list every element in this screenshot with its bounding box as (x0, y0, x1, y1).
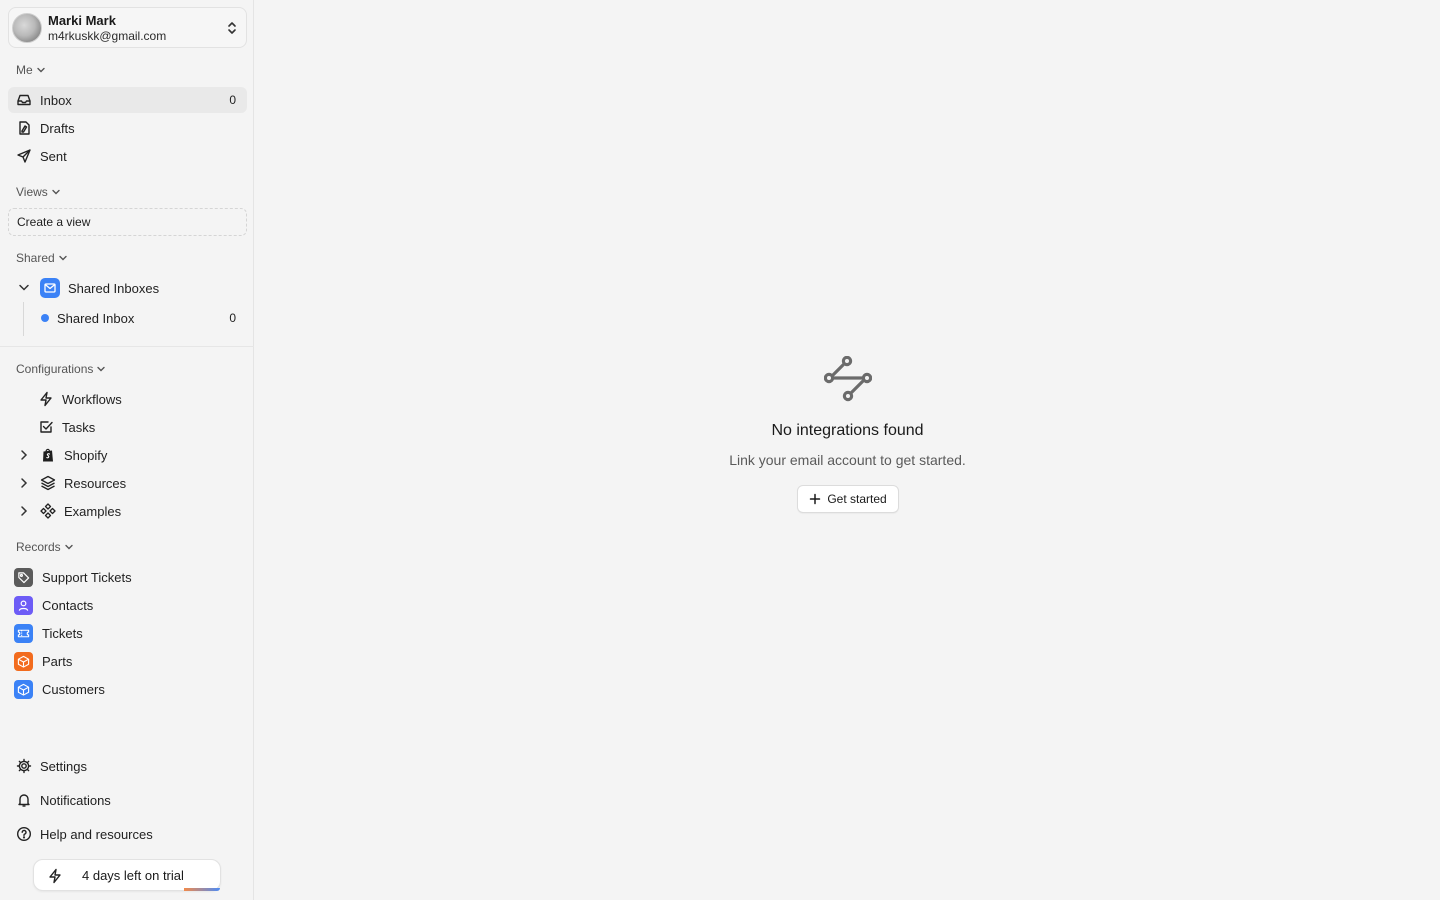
nav-item-shopify[interactable]: Shopify (8, 443, 247, 467)
nav-item-examples[interactable]: Examples (8, 499, 247, 523)
ticket-icon (14, 624, 33, 643)
nav-item-workflows[interactable]: Workflows (8, 387, 247, 411)
nav-item-inbox-label: Inbox (40, 93, 72, 108)
shopify-icon (43, 448, 53, 462)
chevron-down-icon (52, 189, 60, 195)
bell-icon (18, 794, 30, 807)
shopify-label: Shopify (64, 448, 108, 463)
avatar (12, 13, 42, 43)
trial-label: 4 days left on trial (82, 868, 184, 883)
section-configurations-toggle[interactable]: Configurations (16, 362, 106, 376)
mail-icon (40, 278, 60, 298)
nav-item-sent[interactable]: Sent (8, 143, 247, 169)
section-shared-toggle[interactable]: Shared (16, 251, 68, 265)
section-views-toggle[interactable]: Views (16, 185, 61, 199)
nav-item-sent-label: Sent (40, 149, 67, 164)
person-icon (14, 596, 33, 615)
get-started-label: Get started (827, 492, 887, 506)
chevron-right-icon[interactable] (18, 449, 30, 461)
workflows-label: Workflows (62, 392, 122, 407)
cube-icon (14, 680, 33, 699)
chevron-down-icon (97, 366, 106, 372)
shared-inboxes-label: Shared Inboxes (68, 281, 160, 296)
divider (0, 346, 254, 347)
trial-progress-accent (184, 888, 220, 891)
nav-item-help[interactable]: Help and resources (8, 821, 247, 847)
shared-inbox-count: 0 (229, 311, 236, 325)
nav-item-notifications[interactable]: Notifications (8, 787, 247, 813)
empty-state-subtitle: Link your email account to get started. (729, 452, 966, 468)
section-shared-label: Shared (16, 251, 55, 265)
nav-item-tasks[interactable]: Tasks (8, 415, 247, 439)
draft-icon (19, 121, 30, 135)
nav-item-resources[interactable]: Resources (8, 471, 247, 495)
tree-line (23, 302, 24, 336)
section-me-toggle[interactable]: Me (16, 63, 46, 77)
parts-label: Parts (42, 654, 73, 669)
help-label: Help and resources (40, 827, 153, 842)
settings-label: Settings (40, 759, 87, 774)
section-records-label: Records (16, 540, 61, 554)
chevron-down-icon (36, 67, 45, 73)
empty-state-title: No integrations found (771, 422, 924, 439)
nav-item-inbox[interactable]: Inbox 0 (8, 87, 247, 113)
record-contacts[interactable]: Contacts (8, 592, 247, 618)
section-views-label: Views (16, 185, 48, 199)
plus-icon (810, 493, 821, 505)
box-icon (14, 652, 33, 671)
tasks-label: Tasks (62, 420, 96, 435)
main-content: No integrations found Link your email ac… (255, 0, 1440, 900)
chevron-up-down-icon (228, 22, 236, 34)
nav-item-settings[interactable]: Settings (8, 753, 247, 779)
zap-icon (40, 391, 52, 407)
inbox-icon (17, 94, 31, 106)
chevron-down-icon (64, 544, 73, 550)
nav-item-drafts-label: Drafts (40, 121, 75, 136)
shared-inboxes-group[interactable]: Shared Inboxes (8, 276, 247, 300)
support-tickets-label: Support Tickets (42, 570, 132, 585)
account-name: Marki Mark (48, 13, 116, 28)
account-switcher[interactable]: Marki Mark m4rkuskk@gmail.com (8, 7, 247, 48)
tickets-label: Tickets (42, 626, 83, 641)
section-configurations-label: Configurations (16, 362, 94, 376)
examples-label: Examples (64, 504, 122, 519)
notifications-label: Notifications (40, 793, 111, 808)
nav-item-drafts[interactable]: Drafts (8, 115, 247, 141)
nav-item-shared-inbox[interactable]: Shared Inbox 0 (30, 306, 247, 330)
section-records-toggle[interactable]: Records (16, 540, 74, 554)
record-support-tickets[interactable]: Support Tickets (8, 564, 247, 590)
contacts-label: Contacts (42, 598, 94, 613)
shared-inbox-label: Shared Inbox (57, 311, 135, 326)
chevron-right-icon[interactable] (18, 505, 30, 517)
record-tickets[interactable]: Tickets (8, 620, 247, 646)
chevron-down-icon (59, 255, 67, 261)
help-circle-icon (16, 826, 32, 842)
components-icon (40, 503, 56, 519)
zap-icon (49, 868, 61, 884)
sidebar: Marki Mark m4rkuskk@gmail.com Me Inbox 0… (0, 0, 254, 900)
record-parts[interactable]: Parts (8, 648, 247, 674)
create-view-button[interactable]: Create a view (8, 208, 247, 236)
chevron-right-icon[interactable] (18, 477, 30, 489)
account-email: m4rkuskk@gmail.com (48, 29, 167, 43)
gear-icon (16, 758, 32, 774)
tag-icon (14, 568, 33, 587)
integration-route-icon (824, 356, 872, 402)
section-me-label: Me (16, 63, 33, 77)
layers-icon (40, 475, 56, 491)
get-started-button[interactable]: Get started (797, 485, 899, 513)
inbox-count: 0 (229, 93, 236, 107)
record-customers[interactable]: Customers (8, 676, 247, 702)
status-dot (41, 314, 49, 322)
send-icon (17, 149, 31, 163)
trial-banner-button[interactable]: 4 days left on trial (33, 859, 221, 891)
customers-label: Customers (42, 682, 105, 697)
task-check-icon (40, 421, 53, 433)
resources-label: Resources (64, 476, 127, 491)
chevron-down-icon[interactable] (18, 283, 30, 293)
